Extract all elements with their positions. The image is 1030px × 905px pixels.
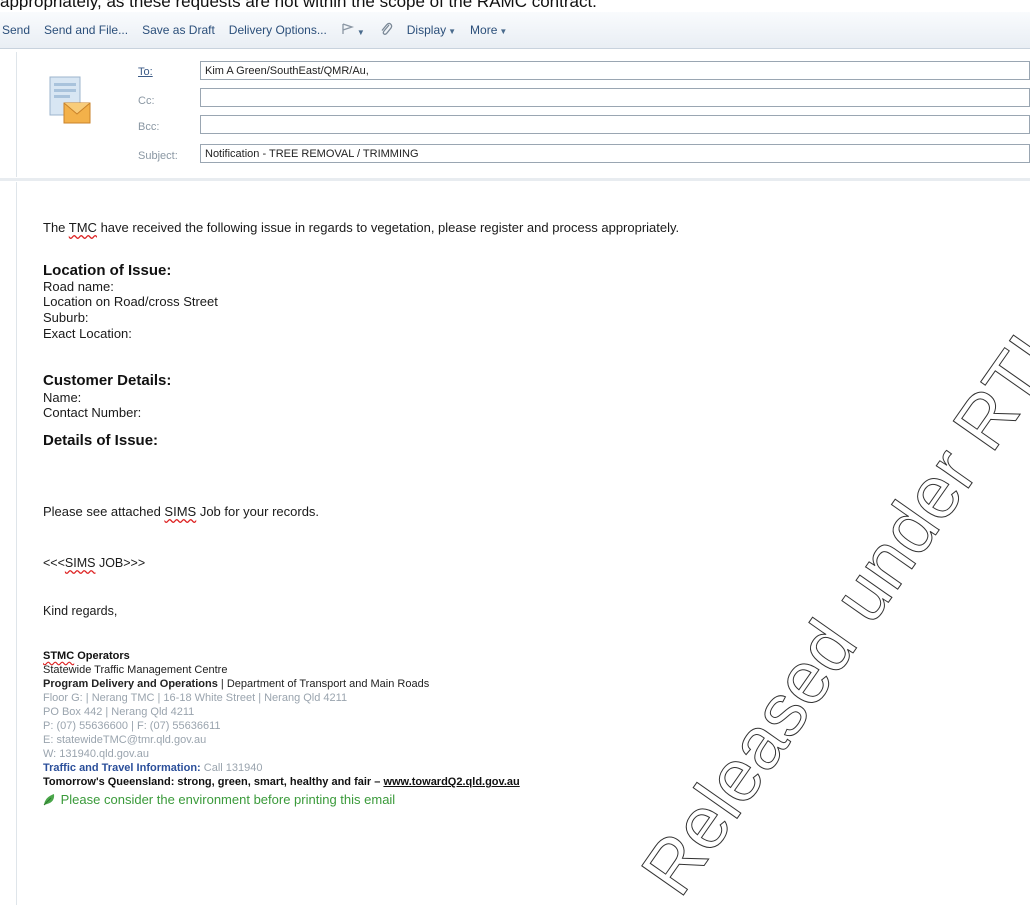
delivery-options-button[interactable]: Delivery Options... [222,23,334,37]
leaf-icon [43,793,57,809]
see-attached-post: Job for your records. [196,504,320,519]
contact-number-label: Contact Number: [43,405,142,420]
signature-program: Program Delivery and Operations | Depart… [43,678,429,690]
chevron-down-icon: ▼ [499,27,508,36]
traffic-label: Traffic and Travel Information: [43,762,201,774]
intro-post: have received the following issue in reg… [96,220,680,235]
signature-centre: Statewide Traffic Management Centre [43,664,228,676]
display-label: Display [406,23,447,37]
signature-web[interactable]: W: 131940.qld.gov.au [43,748,149,760]
cc-label: Cc: [138,95,155,107]
more-menu[interactable]: More ▼ [463,23,514,37]
compose-toolbar: Send Send and File... Save as Draft Deli… [0,12,1030,49]
signature-stmc: STMC [43,650,75,662]
save-as-draft-button[interactable]: Save as Draft [135,23,222,37]
environment-note: Please consider the environment before p… [43,792,395,809]
signature-email[interactable]: E: statewideTMC@tmr.qld.gov.au [43,734,206,746]
sims-job-post: JOB>>> [95,556,146,570]
chevron-down-icon: ▼ [356,27,365,37]
see-attached-pre: Please see attached [43,504,165,519]
header-divider [0,178,1030,181]
send-button[interactable]: Send [0,23,37,37]
exact-location-label: Exact Location: [43,326,132,341]
sims-job-sims: SIMS [64,556,96,570]
display-menu[interactable]: Display ▼ [400,23,463,37]
bcc-label: Bcc: [138,121,160,133]
environment-text: Please consider the environment before p… [60,792,396,807]
see-attached-sims: SIMS [164,504,197,519]
suburb-label: Suburb: [43,310,89,325]
sims-job-pre: <<< [43,556,65,570]
location-on-road-label: Location on Road/cross Street [43,294,218,309]
flag-button[interactable]: ▼ [334,22,372,38]
see-attached-text: Please see attached SIMS Job for your re… [43,504,319,519]
signature-program-bold: Program Delivery and Operations [43,678,218,690]
customer-heading: Customer Details: [43,372,172,389]
flag-icon [341,22,355,38]
paperclip-icon [379,22,393,39]
subject-label: Subject: [138,150,178,162]
more-label: More [470,23,498,37]
message-envelope-icon [48,75,98,127]
chevron-down-icon: ▼ [448,27,457,36]
traffic-value: Call 131940 [200,762,263,774]
intro-tmc: TMC [68,220,97,235]
signature-traffic-info: Traffic and Travel Information: Call 131… [43,762,262,774]
document-caption: appropriately, as these requests are not… [0,0,597,10]
subject-field[interactable]: Notification - TREE REMOVAL / TRIMMING [200,144,1030,163]
intro-pre: The [43,220,69,235]
details-heading: Details of Issue: [43,432,159,449]
road-name-label: Road name: [43,279,114,294]
signature-pobox: PO Box 442 | Nerang Qld 4211 [43,706,195,718]
sims-job-placeholder: <<<SIMS JOB>>> [43,556,145,570]
signature-title: STMC Operators [43,650,130,662]
location-heading: Location of Issue: [43,262,172,279]
tomorrow-text: Tomorrow's Queensland: strong, green, sm… [43,776,384,788]
intro-text: The TMC have received the following issu… [43,220,679,235]
signature-tomorrow: Tomorrow's Queensland: strong, green, sm… [43,776,520,788]
to-field[interactable]: Kim A Green/SouthEast/QMR/Au, [200,61,1030,80]
signature-operators: Operators [74,650,130,662]
to-label[interactable]: To: [138,66,198,78]
name-label: Name: [43,390,82,405]
bcc-field[interactable] [200,115,1030,134]
attach-button[interactable] [372,22,400,39]
signature-floor: Floor G: | Nerang TMC | 16-18 White Stre… [43,692,348,704]
signature-program-rest: | Department of Transport and Main Roads [217,678,430,690]
send-and-file-button[interactable]: Send and File... [37,23,135,37]
tomorrow-link[interactable]: www.towardQ2.qld.gov.au [383,776,519,788]
signature-phone: P: (07) 55636600 | F: (07) 55636611 [43,720,221,732]
kind-regards: Kind regards, [43,604,118,618]
cc-field[interactable] [200,88,1030,107]
